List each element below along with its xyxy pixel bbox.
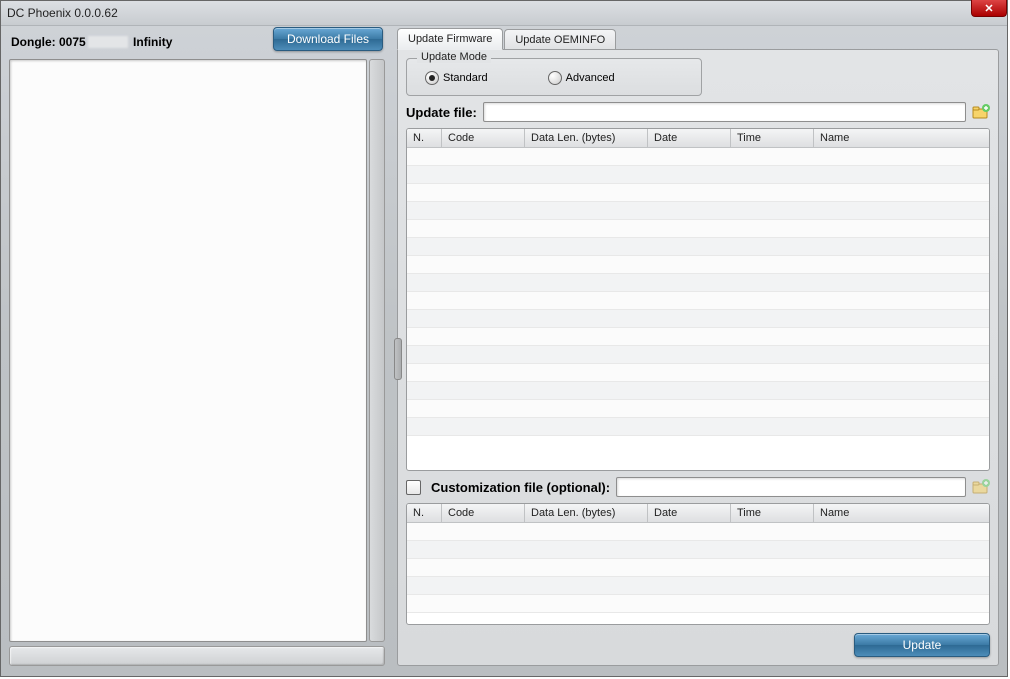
table-row[interactable] xyxy=(407,595,989,613)
bottom-actions: Update xyxy=(406,631,990,657)
update-file-row: Update file: xyxy=(406,102,990,122)
custom-file-checkbox[interactable] xyxy=(406,480,421,495)
col-time[interactable]: Time xyxy=(731,129,814,148)
table-row[interactable] xyxy=(407,202,989,220)
table-row[interactable] xyxy=(407,220,989,238)
update-file-table[interactable]: N. Code Data Len. (bytes) Date Time Name xyxy=(406,128,990,471)
main-row: Download Files Update Firmware Update OE… xyxy=(9,55,999,666)
col2-data-len[interactable]: Data Len. (bytes) xyxy=(525,504,648,523)
tab-update-firmware[interactable]: Update Firmware xyxy=(397,28,503,50)
radio-advanced-label: Advanced xyxy=(566,72,615,84)
log-area xyxy=(9,59,385,642)
update-file-label: Update file: xyxy=(406,105,477,120)
radio-standard[interactable]: Standard xyxy=(425,71,488,85)
log-scrollbar[interactable] xyxy=(369,59,385,642)
close-button[interactable]: ✕ xyxy=(971,0,1007,17)
app-window: DC Phoenix 0.0.0.62 ✕ Dongle: 0075 Infin… xyxy=(0,0,1008,677)
custom-file-table[interactable]: N. Code Data Len. (bytes) Date Time Name xyxy=(406,503,990,625)
close-icon: ✕ xyxy=(984,2,993,15)
status-bar xyxy=(9,646,385,666)
table-row[interactable] xyxy=(407,184,989,202)
custom-file-label: Customization file (optional): xyxy=(431,480,610,495)
table-row[interactable] xyxy=(407,166,989,184)
browse-update-file-icon[interactable] xyxy=(972,103,990,121)
log-textarea[interactable] xyxy=(9,59,367,642)
tab-update-oeminfo[interactable]: Update OEMINFO xyxy=(504,29,616,49)
col-date[interactable]: Date xyxy=(648,129,731,148)
table-row[interactable] xyxy=(407,148,989,166)
table-row[interactable] xyxy=(407,400,989,418)
table-row[interactable] xyxy=(407,364,989,382)
col2-n[interactable]: N. xyxy=(407,504,442,523)
tabs: Update Firmware Update OEMINFO xyxy=(397,27,999,49)
browse-custom-file-icon[interactable] xyxy=(972,478,990,496)
tab-panel-firmware: Update Mode Standard Advanced xyxy=(397,49,999,666)
table-row[interactable] xyxy=(407,328,989,346)
col-name[interactable]: Name xyxy=(814,129,990,148)
table-row[interactable] xyxy=(407,382,989,400)
col-n[interactable]: N. xyxy=(407,129,442,148)
table-row[interactable] xyxy=(407,541,989,559)
custom-file-row: Customization file (optional): xyxy=(406,477,990,497)
update-mode-legend: Update Mode xyxy=(417,51,491,63)
col2-code[interactable]: Code xyxy=(442,504,525,523)
table1-body xyxy=(407,148,989,436)
custom-file-input[interactable] xyxy=(616,477,966,497)
table-row[interactable] xyxy=(407,346,989,364)
radio-standard-dot xyxy=(425,71,439,85)
splitter-handle[interactable] xyxy=(394,338,402,380)
update-mode-group: Update Mode Standard Advanced xyxy=(406,58,702,96)
update-button[interactable]: Update xyxy=(854,633,990,657)
col2-date[interactable]: Date xyxy=(648,504,731,523)
left-column: Download Files xyxy=(9,55,385,666)
table-row[interactable] xyxy=(407,310,989,328)
table-row[interactable] xyxy=(407,559,989,577)
table2-body xyxy=(407,523,989,613)
table-row[interactable] xyxy=(407,292,989,310)
col-data-len[interactable]: Data Len. (bytes) xyxy=(525,129,648,148)
table-row[interactable] xyxy=(407,274,989,292)
content-area: Dongle: 0075 Infinity Download Files Upd… xyxy=(1,25,1007,676)
radio-standard-label: Standard xyxy=(443,72,488,84)
update-file-input[interactable] xyxy=(483,102,966,122)
download-files-button[interactable]: Download Files xyxy=(273,27,383,51)
table-row[interactable] xyxy=(407,577,989,595)
radio-advanced-dot xyxy=(548,71,562,85)
radio-advanced[interactable]: Advanced xyxy=(548,71,615,85)
table-row[interactable] xyxy=(407,256,989,274)
dongle-id-hidden xyxy=(88,36,128,48)
table-row[interactable] xyxy=(407,523,989,541)
col2-name[interactable]: Name xyxy=(814,504,990,523)
table-row[interactable] xyxy=(407,238,989,256)
col2-time[interactable]: Time xyxy=(731,504,814,523)
window-title: DC Phoenix 0.0.0.62 xyxy=(7,6,118,20)
right-column: Update Firmware Update OEMINFO Update Mo… xyxy=(397,27,999,666)
titlebar[interactable]: DC Phoenix 0.0.0.62 ✕ xyxy=(1,1,1007,26)
table-row[interactable] xyxy=(407,418,989,436)
col-code[interactable]: Code xyxy=(442,129,525,148)
